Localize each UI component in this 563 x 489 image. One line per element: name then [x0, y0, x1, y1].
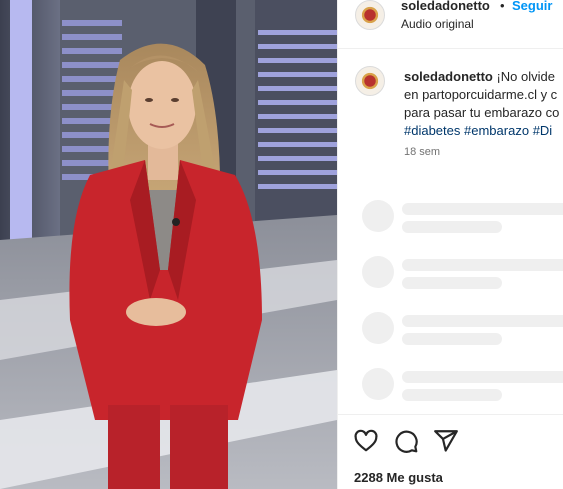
caption-line-1: ¡No olvide — [496, 69, 555, 84]
post-actions — [338, 428, 563, 454]
post-side-panel: soledadonetto • Seguir Audio original so… — [337, 0, 563, 489]
post-timestamp[interactable]: 18 sem — [404, 146, 440, 158]
skeleton-line — [402, 389, 502, 401]
hashtag-link[interactable]: #Di — [533, 123, 553, 138]
skeleton-avatar — [362, 200, 394, 232]
paper-plane-icon[interactable] — [433, 428, 459, 454]
caption-line-3: para pasar tu embarazo co — [404, 105, 560, 120]
header-divider — [338, 48, 563, 49]
skeleton-avatar — [362, 256, 394, 288]
skeleton-line — [402, 221, 502, 233]
caption-line-2: en partoporcuidarme.cl y c — [404, 87, 558, 102]
post-author-username[interactable]: soledadonetto — [401, 0, 490, 13]
audio-link[interactable]: Audio original — [401, 17, 474, 31]
comment-skeleton — [362, 312, 563, 346]
comment-skeleton — [362, 200, 563, 234]
skeleton-line — [402, 333, 502, 345]
comment-skeleton — [362, 256, 563, 290]
actions-divider — [338, 414, 563, 415]
hashtag-link[interactable]: #embarazo — [464, 123, 529, 138]
skeleton-avatar — [362, 368, 394, 400]
skeleton-line — [402, 315, 563, 327]
separator-dot: • — [500, 0, 505, 13]
post-image — [0, 0, 337, 489]
caption-username[interactable]: soledadonetto — [404, 69, 493, 84]
comment-skeleton — [362, 368, 563, 402]
caption-avatar[interactable] — [355, 66, 385, 96]
hashtag-link[interactable]: #diabetes — [404, 123, 460, 138]
profile-avatar[interactable] — [355, 0, 385, 30]
likes-count[interactable]: 2288 Me gusta — [354, 470, 443, 485]
skeleton-line — [402, 371, 563, 383]
post-caption: soledadonetto ¡No olvide en partoporcuid… — [404, 68, 563, 140]
skeleton-line — [402, 259, 563, 271]
skeleton-line — [402, 277, 502, 289]
post-media[interactable] — [0, 0, 337, 489]
heart-outline-icon[interactable] — [353, 428, 379, 454]
comment-bubble-icon[interactable] — [393, 428, 419, 454]
skeleton-avatar — [362, 312, 394, 344]
follow-button[interactable]: Seguir — [512, 0, 552, 13]
skeleton-line — [402, 203, 563, 215]
